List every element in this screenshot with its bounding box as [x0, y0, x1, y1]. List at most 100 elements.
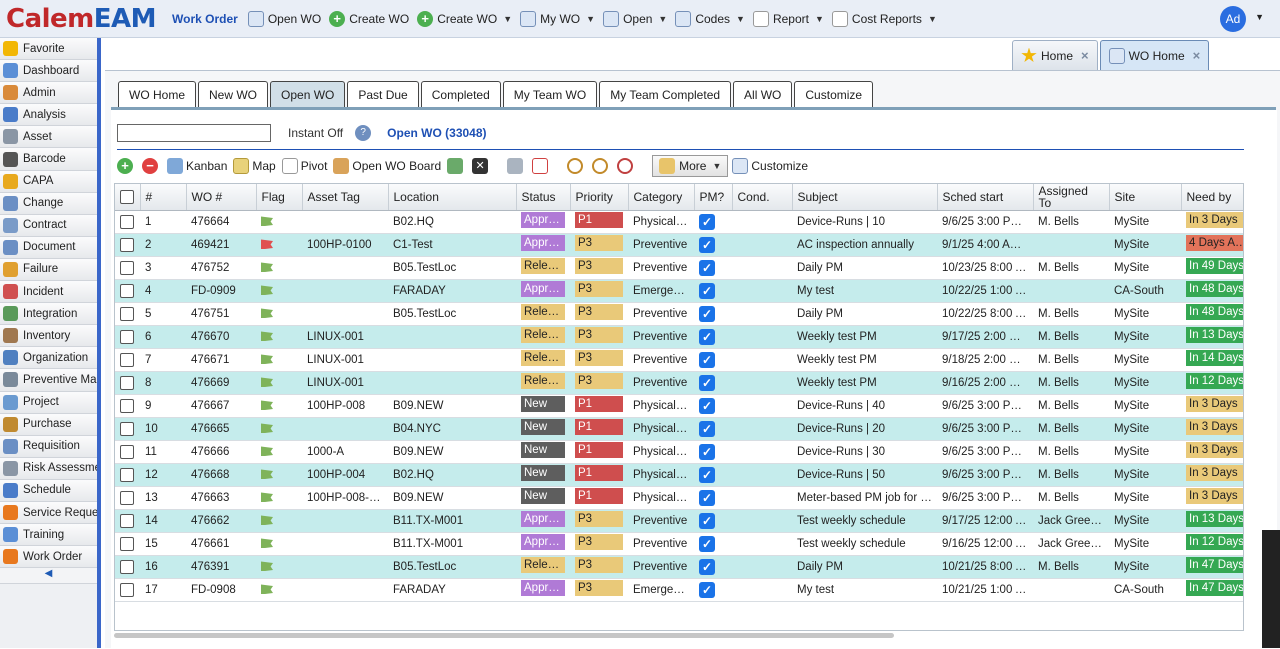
row-checkbox[interactable]: [120, 467, 134, 482]
sidebar-item[interactable]: CAPA: [0, 170, 97, 193]
column-header[interactable]: WO #: [186, 184, 257, 211]
sidebar-item[interactable]: Incident: [0, 281, 97, 304]
table-row[interactable]: 11 476666 1000-A B09.NEW New P1 Physical C... ✓…: [115, 440, 1243, 464]
subtab[interactable]: WO Home: [118, 81, 197, 107]
my-wo-menu-button[interactable]: My WO ▼: [520, 10, 595, 27]
row-checkbox[interactable]: [120, 421, 134, 436]
close-icon[interactable]: ×: [1081, 48, 1089, 63]
table-row[interactable]: 13 476663 100HP-008-C1 B09.NEW New P1 Physical…: [115, 486, 1243, 510]
pdf-button[interactable]: [532, 158, 551, 174]
subtab[interactable]: Past Due: [347, 81, 419, 107]
row-checkbox[interactable]: [120, 444, 134, 459]
table-row[interactable]: 3476752 B05.TestLoc Released P3 Preventive ✓ D…: [115, 256, 1243, 280]
table-row[interactable]: 8476669 LINUX-001 Released P3 Preventive ✓ Wee…: [115, 371, 1243, 395]
sidebar-item[interactable]: Admin: [0, 82, 97, 105]
clear-button[interactable]: ✕: [472, 158, 491, 174]
column-header[interactable]: Need by: [1181, 184, 1243, 211]
column-header[interactable]: Flag: [256, 184, 303, 211]
help-icon[interactable]: ?: [355, 125, 372, 141]
table-row[interactable]: 2 469421 100HP-0100 C1-Test Approv... P3 Preve…: [115, 233, 1243, 257]
row-checkbox[interactable]: [120, 237, 134, 252]
sidebar-item[interactable]: Barcode: [0, 148, 97, 171]
sidebar-item[interactable]: Training: [0, 524, 97, 547]
column-header[interactable]: Sched start: [937, 184, 1034, 211]
row-checkbox[interactable]: [120, 582, 134, 597]
delete-button[interactable]: −: [142, 158, 161, 174]
row-checkbox[interactable]: [120, 398, 134, 413]
column-header[interactable]: Subject: [792, 184, 938, 211]
subtab[interactable]: My Team WO: [502, 81, 598, 107]
sidebar-item[interactable]: Change: [0, 192, 97, 215]
open-wo-button[interactable]: Open WO: [247, 10, 321, 27]
sidebar-item[interactable]: Preventive Maint: [0, 369, 97, 392]
row-checkbox[interactable]: [120, 536, 134, 551]
tab-wo-home[interactable]: WO Home ×: [1099, 40, 1210, 70]
pivot-button[interactable]: Pivot: [281, 158, 327, 174]
row-checkbox[interactable]: [120, 329, 134, 344]
zoom-button[interactable]: [592, 158, 611, 174]
subtab[interactable]: My Team Completed: [599, 81, 732, 107]
table-row[interactable]: 14 476662 B11.TX-M001 Approv... P3 Preventive…: [115, 509, 1243, 533]
row-checkbox[interactable]: [120, 375, 134, 390]
table-row[interactable]: 17 FD-0908 FARADAY Approv... P3 Emergency ✓ My …: [115, 578, 1243, 602]
row-checkbox[interactable]: [120, 214, 134, 229]
sidebar-item[interactable]: Analysis: [0, 104, 97, 127]
sidebar-item[interactable]: Integration: [0, 303, 97, 326]
codes-menu-button[interactable]: Codes ▼: [675, 10, 745, 27]
table-row[interactable]: 4 FD-0909 FARADAY Approv... P3 Emergency ✓ My t…: [115, 279, 1243, 303]
select-all-checkbox[interactable]: [120, 189, 134, 204]
sidebar-item[interactable]: Schedule: [0, 479, 97, 502]
create-wo-button[interactable]: + Create WO: [329, 10, 409, 27]
caret-down-icon[interactable]: ▼: [1255, 12, 1264, 22]
sidebar-item[interactable]: Inventory: [0, 325, 97, 348]
sidebar-item[interactable]: Organization: [0, 347, 97, 370]
row-checkbox[interactable]: [120, 490, 134, 505]
map-button[interactable]: Map: [233, 158, 276, 174]
subtab[interactable]: All WO: [733, 81, 793, 107]
create-wo-menu-button[interactable]: + Create WO ▼: [417, 10, 512, 27]
cost-reports-menu-button[interactable]: Cost Reports ▼: [831, 10, 937, 27]
table-row[interactable]: 15 476661 B11.TX-M001 Approv... P3 Preventive…: [115, 532, 1243, 556]
column-header[interactable]: Asset Tag: [302, 184, 389, 211]
sidebar-item[interactable]: Dashboard: [0, 60, 97, 83]
column-header[interactable]: Location: [388, 184, 517, 211]
customize-button[interactable]: Customize: [732, 158, 808, 174]
kanban-button[interactable]: Kanban: [167, 158, 227, 174]
close-icon[interactable]: ×: [1193, 48, 1201, 63]
column-header[interactable]: Status: [516, 184, 571, 211]
horizontal-scrollbar[interactable]: [114, 633, 894, 638]
open-menu-button[interactable]: Open ▼: [603, 10, 667, 27]
sidebar-item[interactable]: Failure: [0, 258, 97, 282]
sidebar-item[interactable]: Purchase: [0, 413, 97, 436]
table-row[interactable]: 5476751 B05.TestLoc Released P3 Preventive ✓ D…: [115, 302, 1243, 326]
sidebar-item[interactable]: Asset: [0, 126, 97, 149]
subtab[interactable]: Completed: [420, 81, 501, 107]
sidebar-item[interactable]: Requisition: [0, 435, 97, 458]
subtab[interactable]: Open WO: [270, 81, 346, 107]
table-row[interactable]: 9 476667 100HP-008 B09.NEW New P1 Physical C..…: [115, 394, 1243, 418]
sidebar-item[interactable]: Risk Assessment: [0, 457, 97, 480]
column-header[interactable]: Site: [1109, 184, 1182, 211]
instant-toggle[interactable]: Instant Off: [288, 126, 343, 140]
sidebar-item[interactable]: Work Order: [0, 546, 97, 569]
table-row[interactable]: 1 476664 B02.HQ Approv... P1 Physical C... ✓ De…: [115, 210, 1243, 234]
add-button[interactable]: +: [117, 158, 136, 174]
more-menu-button[interactable]: More ▼: [652, 155, 729, 177]
table-row[interactable]: 7476671 LINUX-001 Released P3 Preventive ✓ Wee…: [115, 348, 1243, 372]
subtab[interactable]: New WO: [198, 81, 269, 107]
sidebar-item[interactable]: Contract: [0, 214, 97, 237]
sidebar-item[interactable]: Favorite: [0, 38, 97, 61]
sidebar-item[interactable]: Project: [0, 391, 97, 414]
column-header[interactable]: Category: [628, 184, 695, 211]
column-header[interactable]: PM?: [694, 184, 733, 211]
clear-search-button[interactable]: [617, 158, 636, 174]
collapse-sidebar-icon[interactable]: ◀: [0, 568, 97, 585]
refresh-button[interactable]: [447, 158, 466, 174]
row-checkbox[interactable]: [120, 306, 134, 321]
row-checkbox[interactable]: [120, 352, 134, 367]
subtab[interactable]: Customize: [794, 81, 874, 107]
row-checkbox[interactable]: [120, 260, 134, 275]
row-checkbox[interactable]: [120, 283, 134, 298]
column-header[interactable]: Cond.: [732, 184, 793, 211]
row-checkbox[interactable]: [120, 513, 134, 528]
